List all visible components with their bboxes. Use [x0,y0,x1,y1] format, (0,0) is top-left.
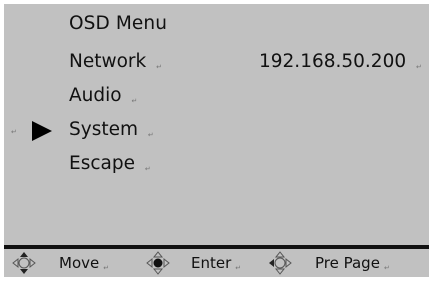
osd-menu-panel: OSD Menu Network ↵ 192.168.50.200 ↵ Audi… [4,4,429,245]
footer-move: Move ↵ [59,253,109,277]
footer-pre-page: Pre Page ↵ [315,253,390,277]
return-mark: ↵ [11,128,17,136]
return-mark: ↵ [383,264,390,272]
return-mark: ↵ [103,264,110,272]
network-ip-value: 192.168.50.200 ↵ [259,48,422,76]
menu-item-escape[interactable]: Escape ↵ [69,150,151,178]
selection-arrow-icon [32,121,52,141]
footer-enter: Enter ↵ [191,253,241,277]
menu-item-audio[interactable]: Audio ↵ [69,82,137,110]
menu-item-system[interactable]: System ↵ [69,116,154,144]
menu-item-label: Network [69,51,147,72]
return-mark: ↵ [156,63,163,71]
menu-item-label: Escape [69,153,135,174]
return-mark: ↵ [147,131,154,139]
enter-label: Enter [191,254,232,272]
joystick-left-icon [269,251,292,275]
return-mark: ↵ [144,165,151,173]
menu-title: OSD Menu [69,13,168,34]
joystick-up-down-icon [12,252,36,274]
osd-screen: OSD Menu Network ↵ 192.168.50.200 ↵ Audi… [4,4,429,277]
menu-item-network[interactable]: Network ↵ [69,48,162,76]
footer-help-bar: Move ↵ Enter ↵ Pre Page ↵ [4,249,429,277]
network-ip-text: 192.168.50.200 [259,51,407,72]
return-mark: ↵ [416,63,422,71]
move-label: Move [59,254,100,272]
menu-item-label: Audio [69,85,122,106]
menu-item-label: System [69,119,138,140]
pre-page-label: Pre Page [315,254,380,272]
selection-pointer: ↵ [4,116,64,144]
return-mark: ↵ [235,264,242,272]
joystick-press-icon [146,251,170,275]
return-mark: ↵ [131,97,138,105]
